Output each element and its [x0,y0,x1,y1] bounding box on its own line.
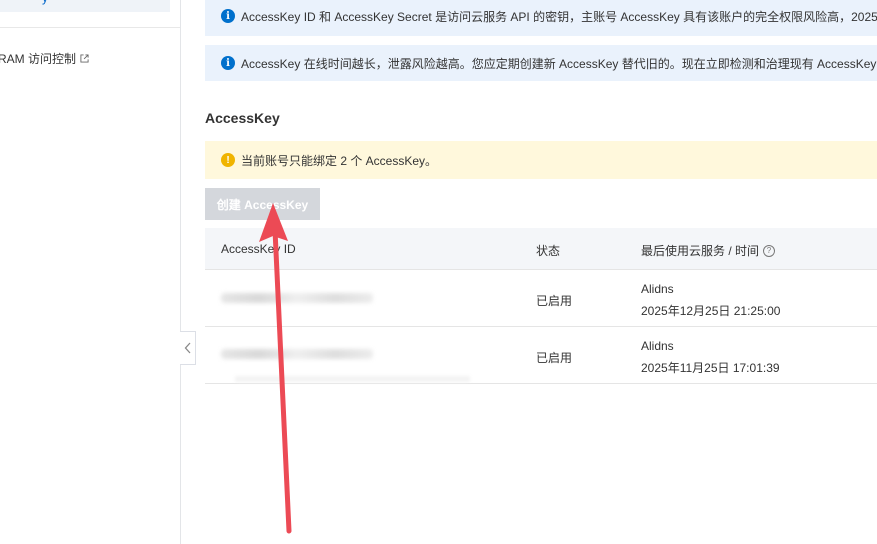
column-header-status: 状态 [536,244,561,258]
table-row: 已启用 Alidns 2025年11月25日 17:01:39 [205,327,877,384]
table-header: AccessKey ID 状态 最后使用云服务 / 时间 ? [205,228,877,270]
sidebar: y RAM 访问控制 [0,0,181,544]
warning-text: 当前账号只能绑定 2 个 AccessKey。 [241,153,438,168]
section-title: AccessKey [205,110,280,126]
accesskey-id-redacted [221,293,373,303]
sidebar-item-active[interactable]: y [0,0,170,12]
warning-icon: ! [221,153,235,167]
sidebar-item-ram[interactable]: RAM 访问控制 [0,50,89,67]
help-icon[interactable]: ? [763,244,776,257]
last-used-time: 2025年12月25日 21:25:00 [641,304,781,318]
accesskey-id-redacted [221,349,373,359]
accesskey-table: AccessKey ID 状态 最后使用云服务 / 时间 ? 已启用 Alidn… [205,228,877,384]
redaction-smudge [235,376,470,382]
info-icon: i [221,56,235,70]
sidebar-divider [0,27,180,28]
column-header-id: AccessKey ID [221,242,296,256]
column-header-last-used: 最后使用云服务 / 时间 ? [641,242,776,259]
info-banner-text: AccessKey 在线时间越长，泄露风险越高。您应定期创建新 AccessKe… [241,56,877,71]
info-banner: i AccessKey 在线时间越长，泄露风险越高。您应定期创建新 Access… [205,45,877,81]
external-link-icon [80,54,89,63]
info-icon: i [221,9,235,23]
status-text: 已启用 [536,351,573,365]
last-used-time: 2025年11月25日 17:01:39 [641,361,780,375]
sidebar-collapse-button[interactable] [180,331,196,365]
chevron-left-icon [184,342,190,354]
info-banner: i AccessKey ID 和 AccessKey Secret 是访问云服务… [205,0,877,36]
warning-alert: ! 当前账号只能绑定 2 个 AccessKey。 [205,141,877,179]
last-used-service: Alidns [641,339,674,353]
sidebar-item-label: y [42,0,48,5]
create-accesskey-button[interactable]: 创建 AccessKey [205,188,320,220]
info-banner-text: AccessKey ID 和 AccessKey Secret 是访问云服务 A… [241,9,877,24]
column-header-label: 最后使用云服务 / 时间 [641,244,760,258]
status-text: 已启用 [536,294,573,308]
last-used-service: Alidns [641,282,674,296]
table-row: 已启用 Alidns 2025年12月25日 21:25:00 [205,270,877,327]
sidebar-item-label: RAM 访问控制 [0,52,77,66]
